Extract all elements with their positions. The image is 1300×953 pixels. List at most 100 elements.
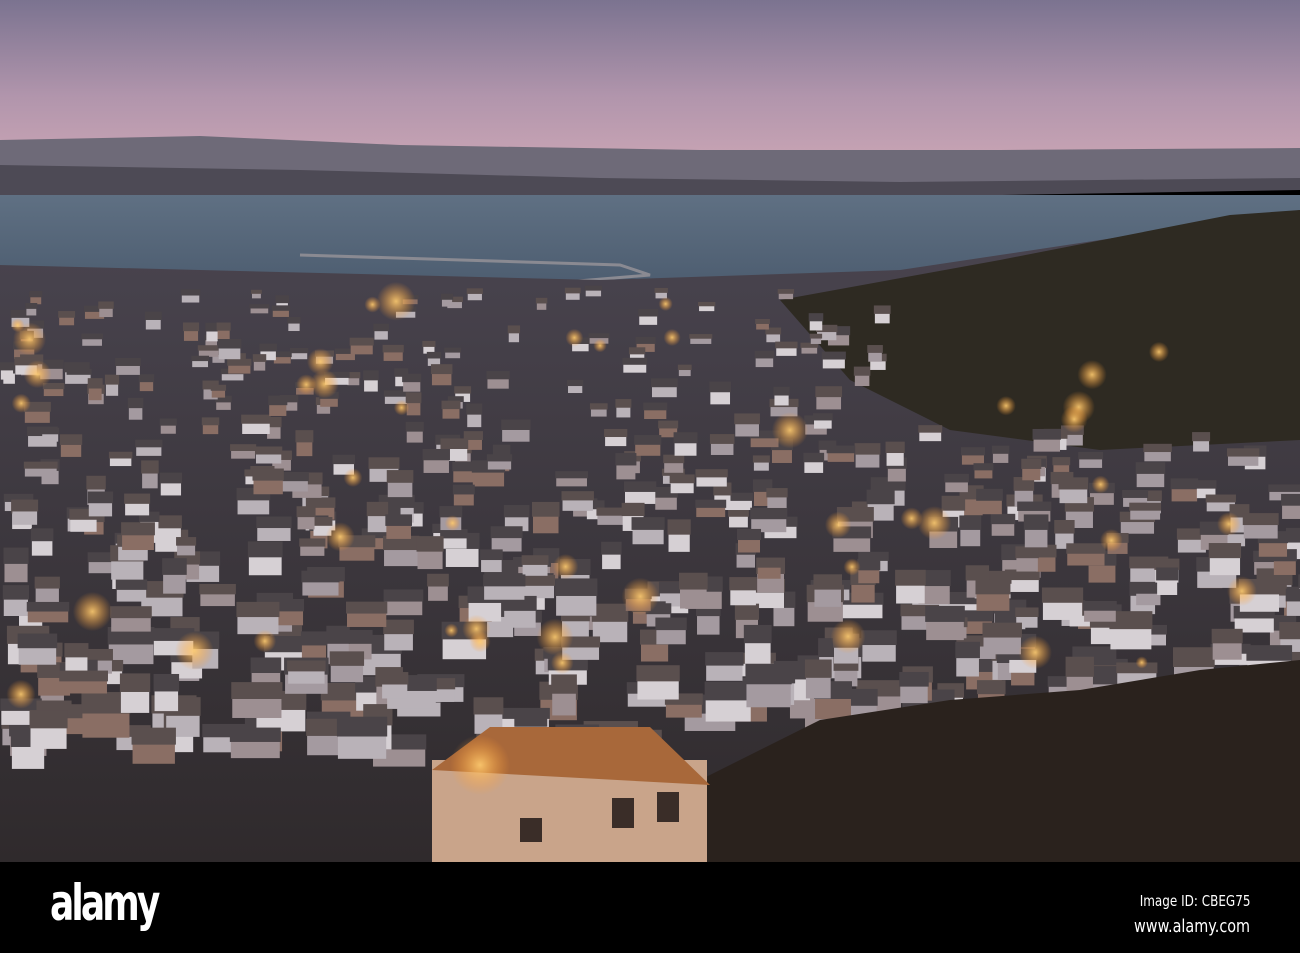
roof bbox=[426, 351, 442, 359]
house bbox=[774, 394, 789, 406]
roof bbox=[695, 499, 727, 508]
house bbox=[82, 338, 102, 346]
house bbox=[1243, 523, 1278, 539]
roof bbox=[483, 574, 526, 587]
house bbox=[386, 524, 411, 539]
house bbox=[833, 536, 871, 552]
roof bbox=[1242, 513, 1279, 526]
roof bbox=[589, 403, 608, 410]
house bbox=[896, 583, 925, 604]
roof bbox=[621, 502, 645, 517]
house bbox=[556, 477, 587, 487]
house bbox=[1130, 509, 1161, 520]
roof bbox=[252, 354, 267, 362]
roof bbox=[615, 453, 637, 466]
roof bbox=[227, 358, 252, 366]
house bbox=[230, 740, 280, 759]
roof bbox=[622, 357, 648, 365]
house bbox=[384, 632, 413, 651]
roof bbox=[217, 338, 242, 349]
house bbox=[60, 443, 82, 457]
roof bbox=[899, 671, 929, 687]
house bbox=[730, 588, 756, 606]
alamy-logo: alamy bbox=[50, 874, 160, 932]
house bbox=[504, 609, 536, 628]
roof bbox=[615, 399, 632, 408]
roof bbox=[131, 727, 176, 745]
house bbox=[858, 568, 880, 584]
house bbox=[562, 499, 593, 511]
house bbox=[237, 615, 279, 635]
roof bbox=[669, 474, 695, 484]
house bbox=[855, 453, 880, 468]
roof bbox=[444, 347, 462, 353]
house bbox=[961, 454, 984, 465]
roof bbox=[34, 576, 60, 589]
house bbox=[697, 614, 720, 635]
house bbox=[441, 299, 453, 307]
roof bbox=[59, 434, 83, 445]
roof bbox=[813, 574, 843, 590]
roof bbox=[826, 445, 856, 454]
house bbox=[522, 563, 548, 576]
roof bbox=[29, 710, 68, 729]
house bbox=[1016, 556, 1038, 572]
house bbox=[616, 406, 631, 418]
house bbox=[406, 430, 423, 443]
roof bbox=[663, 454, 685, 464]
roof bbox=[895, 569, 926, 586]
footer-bar: alamy Image ID: CBEG75 www.alamy.com bbox=[0, 862, 1300, 953]
roof bbox=[295, 430, 314, 443]
roof bbox=[736, 528, 762, 541]
town-dusk-photo bbox=[0, 0, 1300, 862]
roof bbox=[777, 289, 795, 294]
roof bbox=[336, 716, 388, 737]
roof bbox=[698, 301, 716, 307]
roof bbox=[249, 304, 270, 309]
house bbox=[1258, 541, 1288, 557]
roof bbox=[1129, 502, 1162, 511]
roof bbox=[750, 507, 788, 520]
roof bbox=[300, 631, 328, 646]
house bbox=[679, 587, 707, 609]
roof bbox=[159, 418, 177, 426]
roof bbox=[501, 419, 531, 430]
roof bbox=[673, 432, 698, 444]
house bbox=[383, 351, 403, 361]
roof bbox=[87, 378, 103, 389]
house bbox=[870, 360, 886, 370]
roof bbox=[960, 447, 985, 456]
house bbox=[656, 628, 686, 645]
roof bbox=[2, 585, 29, 600]
roof bbox=[1192, 432, 1211, 442]
roof bbox=[452, 484, 475, 495]
roof bbox=[734, 603, 760, 620]
house bbox=[242, 422, 270, 434]
house bbox=[367, 514, 388, 533]
house bbox=[1042, 600, 1083, 620]
roof bbox=[441, 400, 461, 410]
roof bbox=[584, 285, 603, 291]
house bbox=[1136, 472, 1165, 488]
roof bbox=[276, 599, 305, 612]
house bbox=[991, 522, 1015, 536]
roof bbox=[110, 606, 152, 619]
house bbox=[88, 501, 113, 517]
house bbox=[668, 532, 690, 552]
roof bbox=[332, 454, 356, 465]
roof bbox=[287, 316, 301, 324]
roof bbox=[1268, 484, 1300, 492]
house bbox=[815, 696, 851, 719]
house bbox=[125, 502, 150, 516]
roof bbox=[964, 610, 994, 622]
light-glow bbox=[1226, 576, 1257, 606]
house bbox=[1022, 467, 1041, 481]
roof bbox=[991, 445, 1010, 454]
roof bbox=[280, 471, 309, 482]
roof bbox=[752, 455, 770, 463]
house bbox=[696, 476, 727, 487]
roof bbox=[66, 368, 92, 375]
house bbox=[737, 538, 761, 553]
light-glow bbox=[343, 468, 363, 487]
house bbox=[983, 635, 1021, 655]
